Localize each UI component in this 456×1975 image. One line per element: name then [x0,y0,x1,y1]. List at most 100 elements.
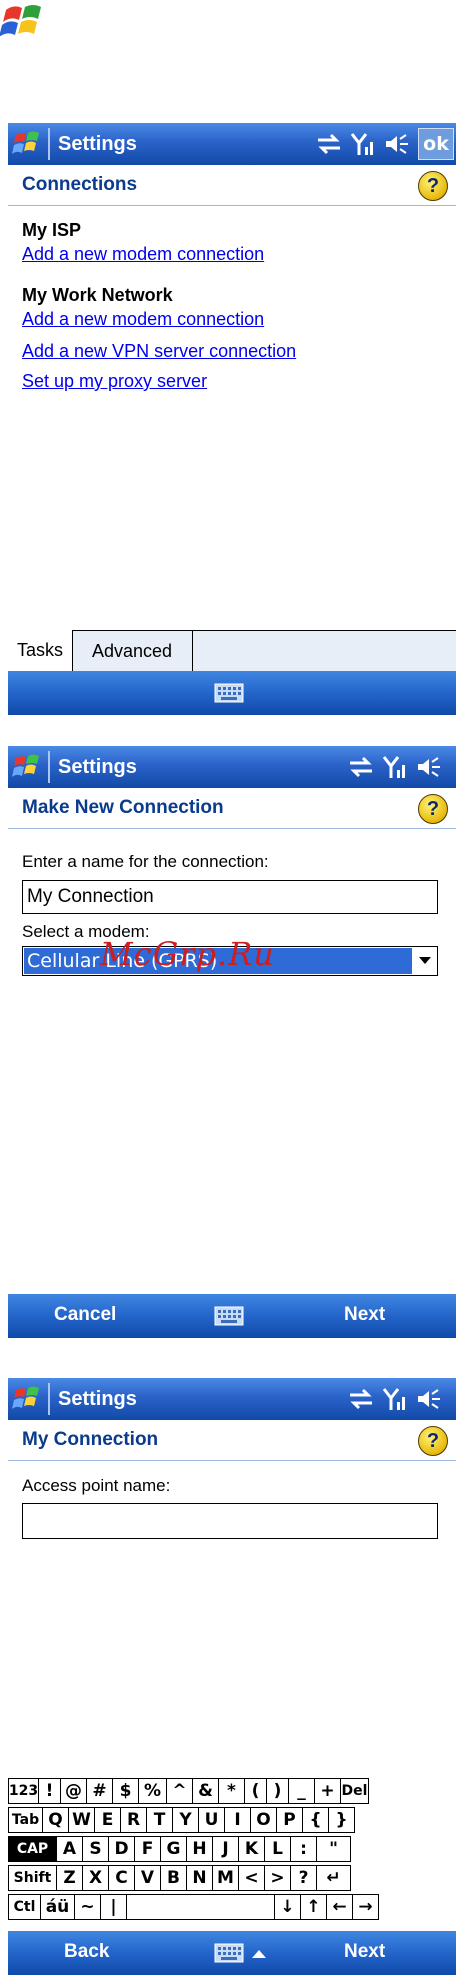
key[interactable]: B [160,1865,187,1891]
key[interactable]: A [56,1836,83,1862]
key[interactable]: + [314,1778,341,1804]
key[interactable]: ↵ [316,1865,351,1891]
key[interactable]: H [186,1836,213,1862]
key[interactable]: L [264,1836,291,1862]
key[interactable]: < [238,1865,265,1891]
key[interactable]: ↑ [300,1894,327,1920]
key[interactable]: CAP [8,1836,57,1862]
key[interactable]: # [86,1778,113,1804]
key[interactable]: U [198,1807,225,1833]
key[interactable]: ) [266,1778,289,1804]
key[interactable]: G [160,1836,187,1862]
key[interactable]: Tab [8,1807,43,1833]
key[interactable]: P [276,1807,303,1833]
key[interactable]: ← [326,1894,353,1920]
key[interactable]: ↓ [274,1894,301,1920]
key[interactable]: } [328,1807,355,1833]
start-icon[interactable] [12,752,44,782]
link-work-add-vpn[interactable]: Add a new VPN server connection [22,341,296,362]
key[interactable]: X [82,1865,109,1891]
key[interactable]: T [146,1807,173,1833]
key[interactable]: I [224,1807,251,1833]
volume-icon[interactable] [416,1388,442,1410]
link-proxy-server[interactable]: Set up my proxy server [22,371,207,392]
ok-button[interactable]: ok [418,128,454,160]
connectivity-icon[interactable] [316,133,342,155]
key[interactable]: C [108,1865,135,1891]
key[interactable]: Y [172,1807,199,1833]
key[interactable]: F [134,1836,161,1862]
help-icon[interactable]: ? [418,1426,448,1456]
tab-strip: Tasks Advanced [8,630,456,673]
make-new-connection-screen: Settings Make New Connection ? Enter a n… [8,746,456,1342]
volume-icon[interactable] [384,133,410,155]
start-icon[interactable] [12,1384,44,1414]
key[interactable]: Ctl [8,1894,41,1920]
key[interactable]: $ [112,1778,139,1804]
signal-strength-icon[interactable] [382,1386,408,1412]
help-icon[interactable]: ? [418,171,448,201]
key[interactable]: Z [56,1865,83,1891]
help-icon[interactable]: ? [418,794,448,824]
key[interactable]: → [352,1894,379,1920]
key[interactable]: : [290,1836,317,1862]
key[interactable]: % [138,1778,167,1804]
dropdown-arrow-icon[interactable] [413,947,437,975]
connectivity-icon[interactable] [348,1388,374,1410]
key[interactable]: " [316,1836,351,1862]
link-isp-add-modem[interactable]: Add a new modem connection [22,244,264,265]
key[interactable]: > [264,1865,291,1891]
key[interactable]: ^ [166,1778,193,1804]
connection-name-input[interactable]: My Connection [22,880,438,914]
next-button[interactable]: Next [344,1304,385,1326]
key[interactable]: Q [42,1807,69,1833]
connectivity-icon[interactable] [348,756,374,778]
page-header: My Connection ? [8,1420,456,1461]
key[interactable]: N [186,1865,213,1891]
next-button[interactable]: Next [344,1941,385,1963]
key[interactable]: K [238,1836,265,1862]
signal-strength-icon[interactable] [350,131,376,157]
key[interactable]: _ [288,1778,315,1804]
key[interactable]: * [218,1778,245,1804]
link-work-add-modem[interactable]: Add a new modem connection [22,309,264,330]
key[interactable]: ~ [74,1894,101,1920]
keyboard-icon[interactable] [214,1942,244,1964]
menu-bar: Cancel Next [8,1294,456,1338]
key[interactable]: M [212,1865,239,1891]
key[interactable]: Shift [8,1865,57,1891]
key[interactable]: ( [244,1778,267,1804]
keyboard-icon[interactable] [214,682,244,704]
key[interactable]: { [302,1807,329,1833]
key[interactable]: D [108,1836,135,1862]
key[interactable]: W [68,1807,95,1833]
page-title: Make New Connection [22,797,224,818]
key[interactable]: O [250,1807,277,1833]
tab-advanced[interactable]: Advanced [72,631,193,671]
back-button[interactable]: Back [64,1941,109,1963]
volume-icon[interactable] [416,756,442,778]
key[interactable]: ! [38,1778,61,1804]
apn-input[interactable] [22,1503,438,1539]
key[interactable]: S [82,1836,109,1862]
key[interactable]: E [94,1807,121,1833]
key[interactable]: ? [290,1865,317,1891]
key[interactable]: @ [60,1778,87,1804]
key-space[interactable] [126,1894,275,1920]
cancel-button[interactable]: Cancel [54,1304,116,1326]
group-title-my-work-network: My Work Network [22,285,173,305]
key[interactable]: R [120,1807,147,1833]
key[interactable]: Del [340,1778,369,1804]
key[interactable]: áü [40,1894,75,1920]
soft-keyboard: 123! @ # $% ^ & *() _ + Del Tab Q W E R T Y U I O P{} CAP A S D F… [8,1778,456,1928]
key[interactable]: J [212,1836,239,1862]
start-icon[interactable] [12,129,44,159]
key[interactable]: | [100,1894,127,1920]
keyboard-toggle-arrow-icon[interactable] [252,1949,266,1959]
key[interactable]: & [192,1778,219,1804]
key[interactable]: 123 [8,1778,39,1804]
key[interactable]: V [134,1865,161,1891]
signal-strength-icon[interactable] [382,754,408,780]
tab-tasks[interactable]: Tasks [8,630,73,671]
keyboard-icon[interactable] [214,1305,244,1327]
